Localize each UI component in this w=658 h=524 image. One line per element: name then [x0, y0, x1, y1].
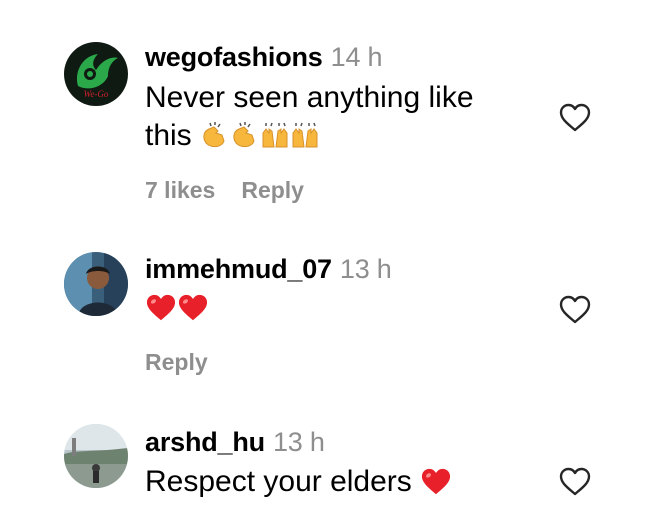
clapping-hands-icon [200, 121, 230, 159]
comment-text-body: Respect your elders [145, 465, 412, 498]
like-heart-icon[interactable] [558, 466, 592, 498]
red-heart-icon [177, 293, 209, 333]
raising-hands-icon [290, 121, 320, 159]
comment-actions: 7 likes Reply [145, 177, 330, 204]
comment-text: Never seen anything like this [145, 79, 545, 159]
avatar[interactable] [64, 252, 128, 316]
comment-text [145, 289, 545, 333]
comment-actions: Reply [145, 349, 234, 376]
comment-text: Respect your elders [145, 463, 545, 507]
red-heart-icon [420, 467, 452, 507]
comment-time: 13 h [272, 427, 325, 457]
raising-hands-icon [260, 121, 290, 159]
username-link[interactable]: immehmud_07 [145, 254, 332, 284]
avatar-logo-text: We-Go [84, 89, 109, 99]
wegofashions-logo-icon: We-Go [64, 42, 128, 106]
avatar[interactable]: We-Go [64, 42, 128, 106]
user-photo-icon [64, 252, 128, 316]
comment-time: 13 h [339, 254, 392, 284]
like-heart-icon[interactable] [558, 294, 592, 326]
comment-username-row: immehmud_07 13 h [145, 254, 392, 285]
user-photo-icon [64, 424, 128, 488]
reply-button[interactable]: Reply [241, 177, 304, 203]
comment-time: 14 h [330, 42, 383, 72]
clapping-hands-icon [230, 121, 260, 159]
comment-text-line: this [145, 117, 545, 159]
avatar[interactable] [64, 424, 128, 488]
comment-text-word: this [145, 119, 192, 152]
comment-username-row: wegofashions 14 h [145, 42, 383, 73]
username-link[interactable]: wegofashions [145, 42, 323, 72]
reply-button[interactable]: Reply [145, 349, 208, 375]
red-heart-icon [145, 293, 177, 333]
comment-text-line: Never seen anything like [145, 81, 474, 114]
like-heart-icon[interactable] [558, 102, 592, 134]
comment-username-row: arshd_hu 13 h [145, 427, 325, 458]
likes-count-link[interactable]: 7 likes [145, 177, 215, 203]
username-link[interactable]: arshd_hu [145, 427, 265, 457]
